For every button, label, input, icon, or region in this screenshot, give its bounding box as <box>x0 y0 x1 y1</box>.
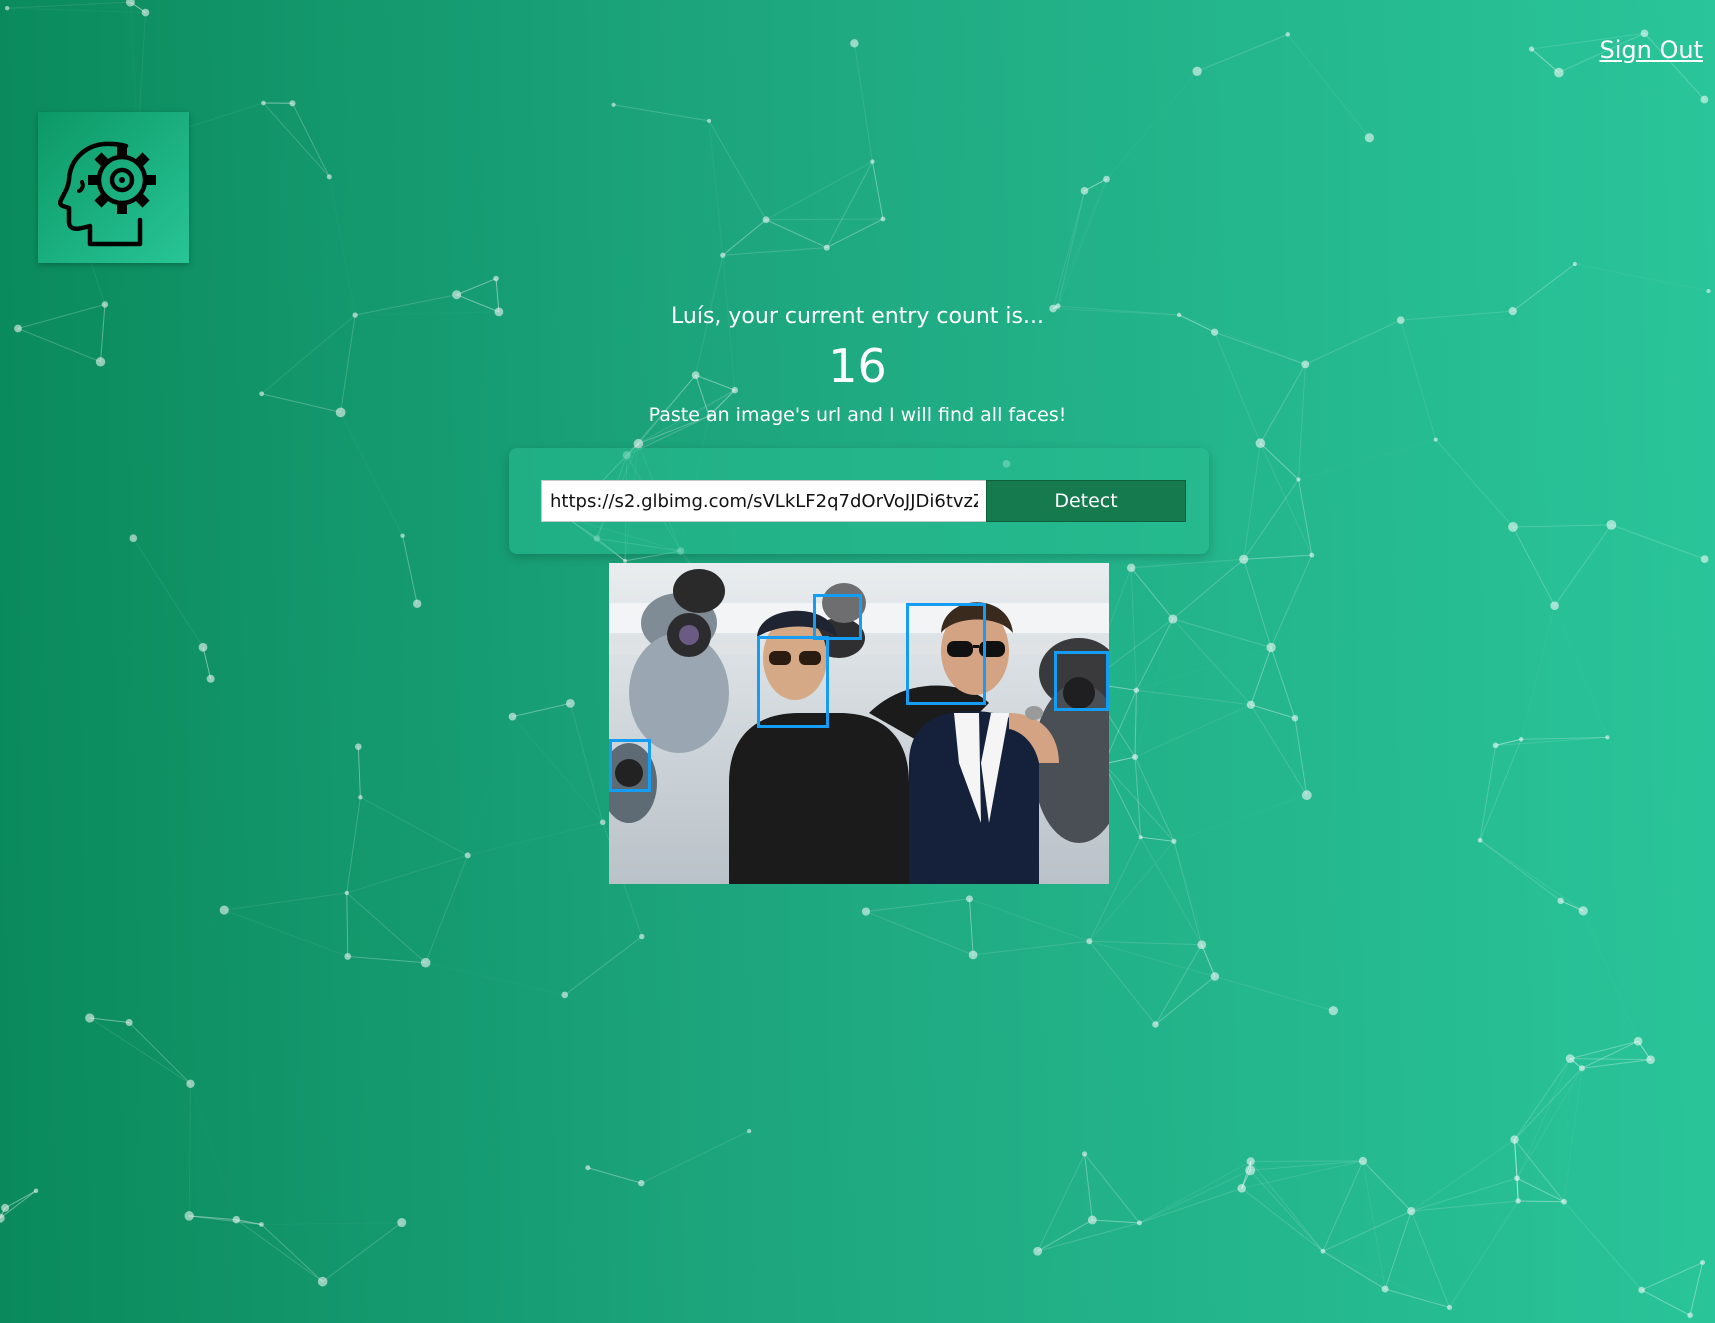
entry-count-message: Luís, your current entry count is... <box>671 304 1044 329</box>
sign-out-link[interactable]: Sign Out <box>1600 36 1704 64</box>
face-box <box>906 603 986 705</box>
detect-button[interactable]: Detect <box>986 480 1186 522</box>
face-box <box>609 739 651 792</box>
face-box <box>813 594 862 640</box>
instructions-text: Paste an image's url and I will find all… <box>648 404 1067 426</box>
navigation: Sign Out <box>1600 36 1704 64</box>
face-box <box>757 636 829 728</box>
face-box <box>1054 651 1109 711</box>
image-url-input[interactable] <box>541 480 987 522</box>
logo[interactable] <box>38 112 189 263</box>
entry-count-section: Luís, your current entry count is... 16 <box>0 302 1715 396</box>
head-gear-icon <box>58 141 156 247</box>
entry-count-value: 16 <box>828 339 887 393</box>
image-url-form: Detect <box>509 448 1209 554</box>
face-detection-image <box>609 563 1109 884</box>
